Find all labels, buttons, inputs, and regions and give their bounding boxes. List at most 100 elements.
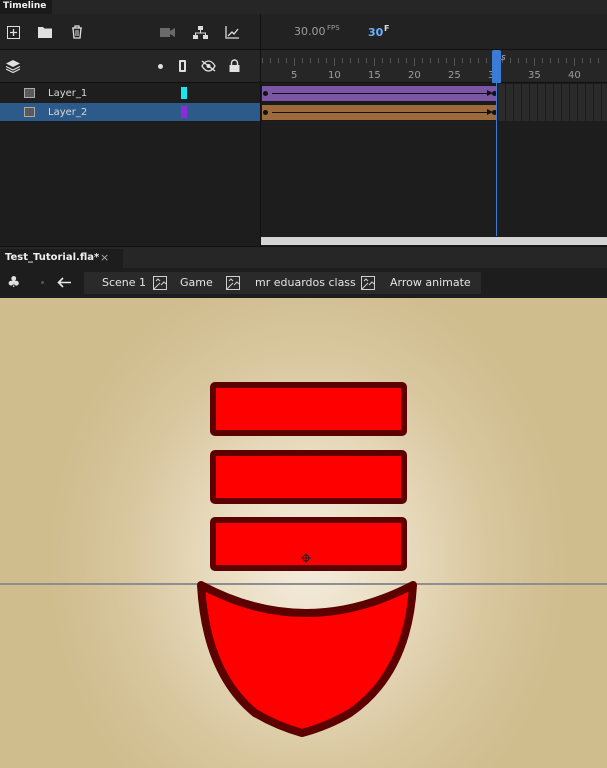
frame-unit: F — [384, 24, 390, 33]
ruler-tick — [558, 58, 559, 63]
ruler-label: 15 — [368, 70, 381, 81]
ruler-tick — [278, 58, 279, 63]
ruler-tick — [414, 58, 415, 66]
arrow-head-shape[interactable] — [197, 581, 417, 737]
graph-button[interactable] — [222, 22, 242, 42]
ruler-tick — [318, 58, 319, 63]
ruler-tick — [406, 58, 407, 63]
ruler-tick — [454, 58, 455, 66]
ruler-tick — [262, 58, 263, 63]
outline-icon[interactable] — [179, 60, 186, 72]
lock-icon[interactable] — [229, 59, 240, 72]
camera-button[interactable] — [158, 22, 178, 42]
timeline-toolbar: 30.00 FPS 30 F — [0, 14, 607, 50]
edit-bar: ♣ Scene 1 Game mr eduardos class Arrow a… — [0, 268, 607, 298]
ruler-tick — [302, 58, 303, 63]
ruler-tick — [382, 58, 383, 63]
layer-list-empty-area — [0, 121, 261, 246]
breadcrumb: Scene 1 Game mr eduardos class Arrow ani… — [84, 272, 481, 294]
ruler-tick — [566, 58, 567, 63]
ruler-tick — [310, 58, 311, 63]
folder-icon — [38, 27, 52, 38]
frame-ruler[interactable]: 510152025303540 — [261, 50, 607, 83]
ruler-marker: s — [501, 53, 506, 63]
highlight-dot-icon[interactable] — [158, 64, 163, 69]
ruler-tick — [534, 58, 535, 66]
current-frame[interactable]: 30 — [368, 26, 383, 39]
layer-2-frames[interactable] — [261, 103, 607, 122]
layer-color-swatch[interactable] — [181, 87, 187, 99]
ruler-label: 35 — [528, 70, 541, 81]
ruler-tick — [582, 58, 583, 63]
delete-layer-button[interactable] — [67, 22, 87, 42]
movieclip-icon — [361, 276, 375, 290]
tween-arrow — [272, 93, 489, 94]
new-layer-icon — [6, 25, 20, 39]
tween-arrow — [272, 112, 489, 113]
ruler-label: 20 — [408, 70, 421, 81]
layer-row-2[interactable]: Layer_2 — [0, 103, 261, 122]
ruler-tick — [398, 58, 399, 63]
dot-icon — [41, 281, 44, 284]
timeline-scrollbar[interactable] — [261, 237, 607, 245]
parenting-button[interactable] — [190, 22, 210, 42]
breadcrumb-arrow-animate[interactable]: Arrow animate — [390, 276, 471, 289]
ruler-tick — [590, 58, 591, 63]
new-folder-button[interactable] — [35, 22, 55, 42]
keyframe-start[interactable] — [263, 91, 268, 96]
stage-canvas[interactable] — [0, 298, 607, 768]
ruler-tick — [294, 58, 295, 66]
arrow-bar-middle[interactable] — [210, 450, 407, 504]
club-icon[interactable]: ♣ — [7, 273, 20, 291]
new-layer-button[interactable] — [3, 22, 23, 42]
ruler-tick — [286, 58, 287, 63]
timeline-tab[interactable]: Timeline — [0, 0, 53, 14]
hierarchy-icon — [192, 25, 208, 39]
layer-1-frames[interactable] — [261, 84, 607, 103]
layer-icon — [24, 88, 35, 98]
playhead-line[interactable] — [496, 50, 497, 236]
fps-value[interactable]: 30.00 — [294, 25, 326, 38]
ruler-label: 25 — [448, 70, 461, 81]
layer-name: Layer_1 — [48, 88, 88, 99]
ruler-tick — [462, 58, 463, 63]
ruler-label: 5 — [291, 70, 298, 81]
fps-unit: FPS — [327, 24, 340, 32]
ruler-tick — [334, 58, 335, 66]
ruler-tick — [270, 58, 271, 63]
keyframe-start[interactable] — [263, 110, 268, 115]
ruler-tick — [438, 58, 439, 63]
arrow-bar-bottom[interactable] — [210, 517, 407, 571]
trash-icon — [72, 25, 82, 39]
close-icon[interactable]: × — [100, 251, 109, 264]
ruler-tick — [478, 58, 479, 63]
breadcrumb-game[interactable]: Game — [180, 276, 213, 289]
empty-frames[interactable] — [498, 103, 607, 122]
ruler-tick — [366, 58, 367, 63]
ruler-tick — [486, 58, 487, 63]
ruler-tick — [422, 58, 423, 63]
layer-row-1[interactable]: Layer_1 — [0, 84, 261, 103]
ruler-tick — [430, 58, 431, 63]
empty-frames[interactable] — [498, 84, 607, 103]
tween-span[interactable] — [262, 105, 497, 120]
ruler-tick — [390, 58, 391, 63]
layers-icon — [6, 60, 20, 73]
ruler-label: 10 — [328, 70, 341, 81]
eye-hidden-icon[interactable] — [201, 60, 216, 72]
breadcrumb-class[interactable]: mr eduardos class — [255, 276, 356, 289]
ruler-tick — [326, 58, 327, 63]
document-tabbar: Test_Tutorial.fla* × — [0, 246, 607, 269]
arrow-bar-top[interactable] — [210, 382, 407, 436]
ruler-tick — [342, 58, 343, 63]
tween-span[interactable] — [262, 86, 497, 101]
breadcrumb-scene[interactable]: Scene 1 — [102, 276, 146, 289]
camera-icon — [160, 27, 175, 37]
ruler-tick — [470, 58, 471, 63]
layer-color-swatch[interactable] — [181, 106, 187, 118]
graph-icon — [225, 25, 239, 39]
ruler-tick — [350, 58, 351, 63]
back-arrow-icon[interactable] — [57, 277, 71, 288]
layer-tools — [0, 14, 261, 50]
ruler-tick — [574, 58, 575, 66]
